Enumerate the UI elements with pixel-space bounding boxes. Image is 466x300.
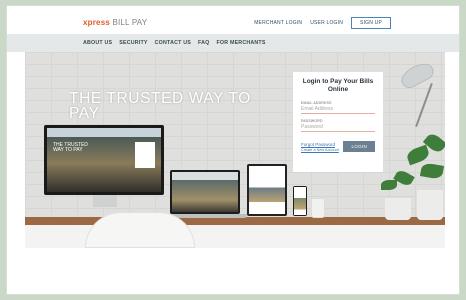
logo[interactable]: xpress BILL PAY bbox=[83, 18, 147, 27]
desk-surface bbox=[25, 217, 445, 225]
plant-leaf bbox=[381, 180, 397, 190]
lamp-arm bbox=[415, 83, 433, 127]
monitor-stand bbox=[93, 195, 117, 207]
forgot-password-link[interactable]: Forgot Password bbox=[301, 142, 339, 147]
phone-image bbox=[293, 186, 307, 216]
email-input[interactable] bbox=[301, 105, 375, 114]
monitor-screen-title: THE TRUSTED WAY TO PAY bbox=[53, 142, 88, 153]
nav-security[interactable]: SECURITY bbox=[119, 40, 147, 46]
main-nav: ABOUT US SECURITY CONTACT US FAQ FOR MER… bbox=[7, 34, 459, 52]
hero-title: THE TRUSTED WAY TO PAY bbox=[69, 90, 251, 122]
monitor-screen-card bbox=[135, 142, 155, 168]
login-heading: Login to Pay Your Bills Online bbox=[302, 78, 374, 93]
login-button[interactable]: LOGIN bbox=[343, 141, 375, 152]
desktop-monitor-image: THE TRUSTED WAY TO PAY bbox=[44, 125, 164, 195]
browser-page: xpress BILL PAY MERCHANT LOGIN USER LOGI… bbox=[6, 5, 460, 295]
logo-text: BILL PAY bbox=[112, 18, 148, 27]
top-header: xpress BILL PAY MERCHANT LOGIN USER LOGI… bbox=[7, 6, 459, 34]
page-bottom bbox=[7, 248, 459, 294]
plant-leaf bbox=[405, 144, 431, 166]
plant-pot bbox=[417, 190, 443, 220]
laptop-image bbox=[170, 170, 240, 214]
hero-banner: THE TRUSTED WAY TO PAY THE TRUSTED WAY T… bbox=[25, 52, 445, 248]
create-account-link[interactable]: Create a New Account bbox=[301, 148, 339, 152]
password-input[interactable] bbox=[301, 123, 375, 132]
user-login-link[interactable]: USER LOGIN bbox=[310, 20, 343, 26]
mug-image bbox=[311, 198, 325, 218]
logo-brand: xpress bbox=[83, 18, 110, 27]
plant-leaf bbox=[419, 162, 445, 180]
plant-pot bbox=[385, 198, 411, 220]
login-card: Login to Pay Your Bills Online EMAIL ADD… bbox=[293, 72, 383, 172]
merchant-login-link[interactable]: MERCHANT LOGIN bbox=[254, 20, 302, 26]
nav-contact-us[interactable]: CONTACT US bbox=[155, 40, 191, 46]
nav-about-us[interactable]: ABOUT US bbox=[83, 40, 112, 46]
nav-for-merchants[interactable]: FOR MERCHANTS bbox=[217, 40, 266, 46]
tablet-image bbox=[247, 164, 287, 216]
account-links: MERCHANT LOGIN USER LOGIN SIGN UP bbox=[254, 17, 391, 29]
nav-faq[interactable]: FAQ bbox=[198, 40, 210, 46]
chair-image bbox=[85, 212, 195, 248]
sign-up-button[interactable]: SIGN UP bbox=[351, 17, 391, 29]
